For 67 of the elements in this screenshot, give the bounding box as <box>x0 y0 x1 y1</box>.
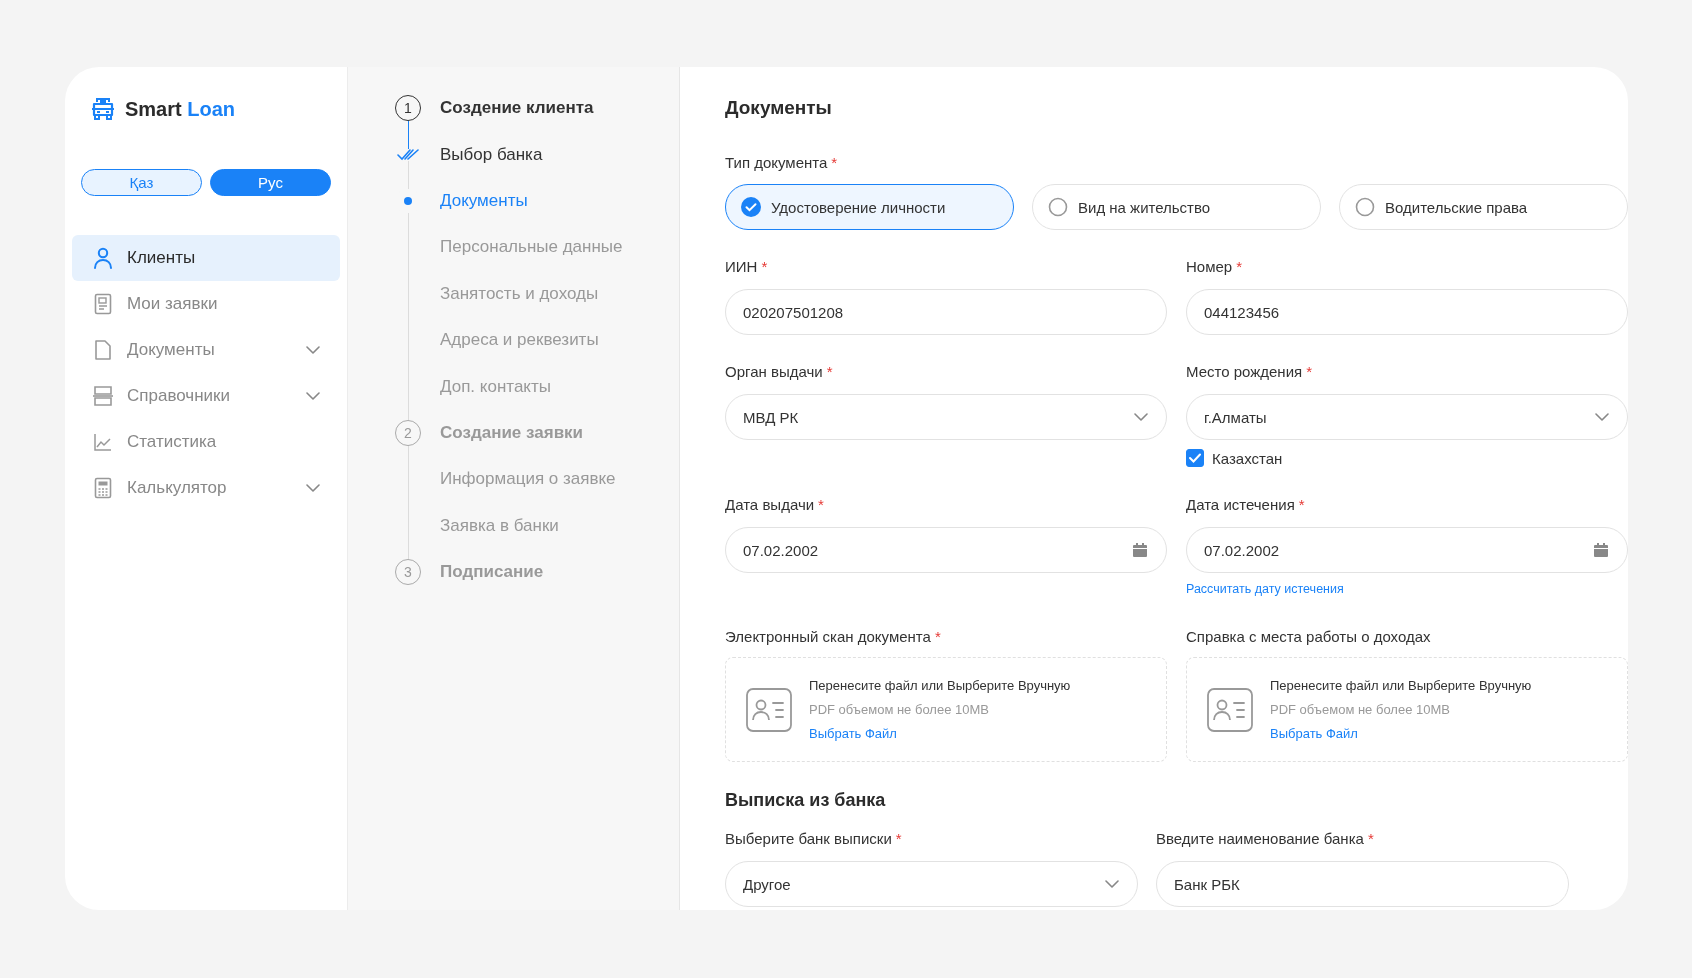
section-title: Документы <box>725 96 833 120</box>
language-button[interactable]: Қаз <box>81 169 202 196</box>
id-card-icon <box>1207 687 1253 732</box>
field-label: Дата выдачи * <box>725 495 825 515</box>
person-icon <box>92 247 114 269</box>
upload-prompt: Перенесите файл или Вырберите Вручную <box>1270 678 1532 693</box>
field-label: Введите наименование банка * <box>1156 829 1375 849</box>
field-label: Орган выдачи * <box>725 362 834 382</box>
field-label: Место рождения * <box>1186 362 1313 382</box>
stage-label[interactable]: Создание заявки <box>440 422 584 443</box>
calendar-icon <box>1593 542 1609 558</box>
calendar-icon <box>1132 542 1148 558</box>
field-label: ИИН * <box>725 257 769 277</box>
robot-icon <box>90 96 116 122</box>
choose-file-link[interactable]: Выбрать Файл <box>1270 726 1532 741</box>
field-label: Выберите банк выписки * <box>725 829 903 849</box>
file-icon <box>92 339 114 361</box>
nav-item[interactable]: Калькулятор <box>72 465 340 511</box>
radio-option[interactable]: Водительские права <box>1339 184 1628 230</box>
nav-item[interactable]: Документы <box>72 327 340 373</box>
radio-option[interactable]: Вид на жительство <box>1032 184 1321 230</box>
choose-file-link[interactable]: Выбрать Файл <box>809 726 1071 741</box>
step-number: 2 <box>395 419 421 446</box>
radio-icon <box>1048 197 1068 217</box>
calculator-icon <box>92 477 114 499</box>
step-label[interactable]: Документы <box>440 190 528 211</box>
section-title: Выписка из банка <box>725 790 887 811</box>
step-label[interactable]: Информация о заявке <box>440 469 616 490</box>
step-label[interactable]: Адреса и реквезиты <box>440 330 599 351</box>
upload-dropzone[interactable]: Перенесите файл или Вырберите Вручную PDF объемом не более 10MB Выбрать Файл <box>725 657 1167 762</box>
chevron-down-icon <box>1105 880 1119 888</box>
field-label: Номер * <box>1186 257 1243 277</box>
radio-icon <box>1355 197 1375 217</box>
nav-item[interactable]: Статистика <box>72 419 340 465</box>
calculate-link[interactable]: Рассчитать дату истечения <box>1186 581 1628 597</box>
step-number: 3 <box>395 559 421 586</box>
nav-item[interactable]: Справочники <box>72 373 340 419</box>
step-label[interactable]: Занятость и доходы <box>440 283 599 304</box>
chevron-down-icon <box>1134 413 1148 421</box>
upload-hint: PDF объемом не более 10MB <box>809 702 990 717</box>
upload-prompt: Перенесите файл или Вырберите Вручную <box>809 678 1071 693</box>
step-label[interactable]: Заявка в банки <box>440 515 559 536</box>
checkbox-label: Казахстан <box>1212 449 1283 467</box>
nav-item[interactable]: Клиенты <box>72 235 340 281</box>
field-label: Дата истечения * <box>1186 495 1306 515</box>
upload-hint: PDF объемом не более 10MB <box>1270 702 1451 717</box>
brand-name: Smart Loan <box>125 97 236 121</box>
radio-option[interactable]: Удостоверение личности <box>725 184 1014 230</box>
stage-label[interactable]: Создение клиента <box>440 98 594 119</box>
language-button[interactable]: Рус <box>210 169 331 196</box>
stacked-trays-icon <box>92 385 114 407</box>
chevron-down-icon <box>1595 413 1609 421</box>
field-label: Электронный скан документа * <box>725 627 942 647</box>
radio-checked-icon <box>741 197 761 217</box>
step-label[interactable]: Выбор банка <box>440 144 543 165</box>
id-card-icon <box>746 687 792 732</box>
step-label[interactable]: Доп. контакты <box>440 376 551 397</box>
upload-dropzone[interactable]: Перенесите файл или Вырберите Вручную PDF объемом не более 10MB Выбрать Файл <box>1186 657 1628 762</box>
stage-label[interactable]: Подписание <box>440 562 544 583</box>
document-list-icon <box>92 293 114 315</box>
line-chart-icon <box>92 432 114 452</box>
nav-item[interactable]: Мои заявки <box>72 281 340 327</box>
step-number: 1 <box>395 95 421 122</box>
checkbox[interactable] <box>1186 449 1204 467</box>
field-label: Тип документа * <box>725 153 839 173</box>
step-label[interactable]: Персональные данные <box>440 237 623 258</box>
field-label: Справка с места работы о доходах <box>1186 627 1432 647</box>
